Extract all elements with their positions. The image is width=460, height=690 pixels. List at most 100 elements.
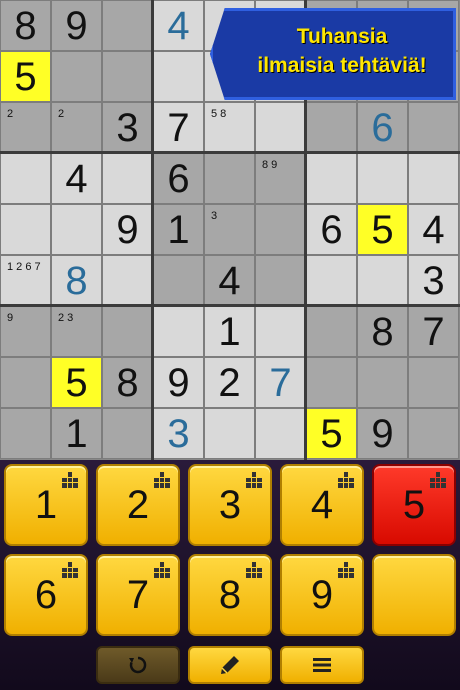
cell-r9c4[interactable]: 3 <box>153 408 204 459</box>
cell-value: 6 <box>320 207 343 252</box>
cell-r9c5[interactable] <box>204 408 255 459</box>
cell-r1c3[interactable] <box>102 0 153 51</box>
cell-r3c5[interactable]: 5 8 <box>204 102 255 153</box>
promo-banner[interactable]: Tuhansia ilmaisia tehtäviä! <box>210 8 456 100</box>
number-key-2[interactable]: 2 <box>96 464 180 546</box>
cell-r7c2[interactable]: 2 3 <box>51 306 102 357</box>
cell-r7c9[interactable]: 7 <box>408 306 459 357</box>
cell-r4c3[interactable] <box>102 153 153 204</box>
cell-r9c1[interactable] <box>0 408 51 459</box>
cell-r6c7[interactable] <box>306 255 357 306</box>
cell-value: 6 <box>371 105 394 150</box>
cell-r3c6[interactable] <box>255 102 306 153</box>
cell-r4c8[interactable] <box>357 153 408 204</box>
cell-r4c4[interactable]: 6 <box>153 153 204 204</box>
cell-value <box>103 256 152 305</box>
cell-r9c9[interactable] <box>408 408 459 459</box>
cell-r9c2[interactable]: 1 <box>51 408 102 459</box>
menu-button[interactable] <box>280 646 364 684</box>
cell-r4c1[interactable] <box>0 153 51 204</box>
number-key-9[interactable]: 9 <box>280 554 364 636</box>
cell-r9c6[interactable] <box>255 408 306 459</box>
cell-value <box>1 358 50 407</box>
pencil-notes: 2 <box>58 108 65 120</box>
number-key-6[interactable]: 6 <box>4 554 88 636</box>
cell-r7c1[interactable]: 9 <box>0 306 51 357</box>
cell-r5c1[interactable] <box>0 204 51 255</box>
cell-r8c7[interactable] <box>306 357 357 408</box>
cell-r9c7[interactable]: 5 <box>306 408 357 459</box>
cell-r8c5[interactable]: 2 <box>204 357 255 408</box>
cell-r4c2[interactable]: 4 <box>51 153 102 204</box>
cell-r3c1[interactable]: 2 <box>0 102 51 153</box>
cell-r4c9[interactable] <box>408 153 459 204</box>
cell-r4c7[interactable] <box>306 153 357 204</box>
cell-r8c3[interactable]: 8 <box>102 357 153 408</box>
cell-r3c8[interactable]: 6 <box>357 102 408 153</box>
cell-r2c2[interactable] <box>51 51 102 102</box>
cell-r7c5[interactable]: 1 <box>204 306 255 357</box>
cell-r3c7[interactable] <box>306 102 357 153</box>
pencil-notes: 2 3 <box>58 312 74 324</box>
cell-r6c1[interactable]: 1 2 6 7 <box>0 255 51 306</box>
cell-r1c2[interactable]: 9 <box>51 0 102 51</box>
cell-value <box>307 154 356 203</box>
cell-r8c2[interactable]: 5 <box>51 357 102 408</box>
cell-r5c7[interactable]: 6 <box>306 204 357 255</box>
number-key-7[interactable]: 7 <box>96 554 180 636</box>
cell-r5c9[interactable]: 4 <box>408 204 459 255</box>
cell-r7c6[interactable] <box>255 306 306 357</box>
cell-r5c4[interactable]: 1 <box>153 204 204 255</box>
cell-r5c3[interactable]: 9 <box>102 204 153 255</box>
cell-r4c6[interactable]: 8 9 <box>255 153 306 204</box>
cell-r2c1[interactable]: 5 <box>0 51 51 102</box>
cell-r6c5[interactable]: 4 <box>204 255 255 306</box>
cell-r1c1[interactable]: 8 <box>0 0 51 51</box>
cell-r8c4[interactable]: 9 <box>153 357 204 408</box>
cell-r7c4[interactable] <box>153 306 204 357</box>
cell-r2c4[interactable] <box>153 51 204 102</box>
cell-r3c3[interactable]: 3 <box>102 102 153 153</box>
eraser-button[interactable] <box>372 554 456 636</box>
cell-value <box>205 409 254 458</box>
cell-r3c4[interactable]: 7 <box>153 102 204 153</box>
cell-r7c8[interactable]: 8 <box>357 306 408 357</box>
cell-value <box>154 256 203 305</box>
cell-r5c5[interactable]: 3 <box>204 204 255 255</box>
cell-r4c5[interactable] <box>204 153 255 204</box>
cell-r2c3[interactable] <box>102 51 153 102</box>
cell-r6c4[interactable] <box>153 255 204 306</box>
number-key-8[interactable]: 8 <box>188 554 272 636</box>
cell-r9c3[interactable] <box>102 408 153 459</box>
pencil-notes: 8 9 <box>262 159 278 171</box>
undo-button[interactable] <box>96 646 180 684</box>
count-indicator <box>430 472 446 488</box>
cell-r8c9[interactable] <box>408 357 459 408</box>
pencil-button[interactable] <box>188 646 272 684</box>
cell-r8c6[interactable]: 7 <box>255 357 306 408</box>
cell-r5c2[interactable] <box>51 204 102 255</box>
number-key-3[interactable]: 3 <box>188 464 272 546</box>
cell-r6c8[interactable] <box>357 255 408 306</box>
cell-value <box>1 205 50 254</box>
cell-value: 7 <box>269 360 292 405</box>
number-key-5[interactable]: 5 <box>372 464 456 546</box>
number-key-1[interactable]: 1 <box>4 464 88 546</box>
cell-r3c9[interactable] <box>408 102 459 153</box>
cell-r5c8[interactable]: 5 <box>357 204 408 255</box>
cell-r8c1[interactable] <box>0 357 51 408</box>
cell-r7c7[interactable] <box>306 306 357 357</box>
cell-r5c6[interactable] <box>255 204 306 255</box>
cell-r6c3[interactable] <box>102 255 153 306</box>
cell-r7c3[interactable] <box>102 306 153 357</box>
cell-r9c8[interactable]: 9 <box>357 408 408 459</box>
cell-r1c4[interactable]: 4 <box>153 0 204 51</box>
cell-r6c2[interactable]: 8 <box>51 255 102 306</box>
cell-r3c2[interactable]: 2 <box>51 102 102 153</box>
cell-value: 3 <box>422 258 445 303</box>
cell-r8c8[interactable] <box>357 357 408 408</box>
cell-value <box>409 358 458 407</box>
cell-r6c9[interactable]: 3 <box>408 255 459 306</box>
cell-r6c6[interactable] <box>255 255 306 306</box>
number-key-4[interactable]: 4 <box>280 464 364 546</box>
